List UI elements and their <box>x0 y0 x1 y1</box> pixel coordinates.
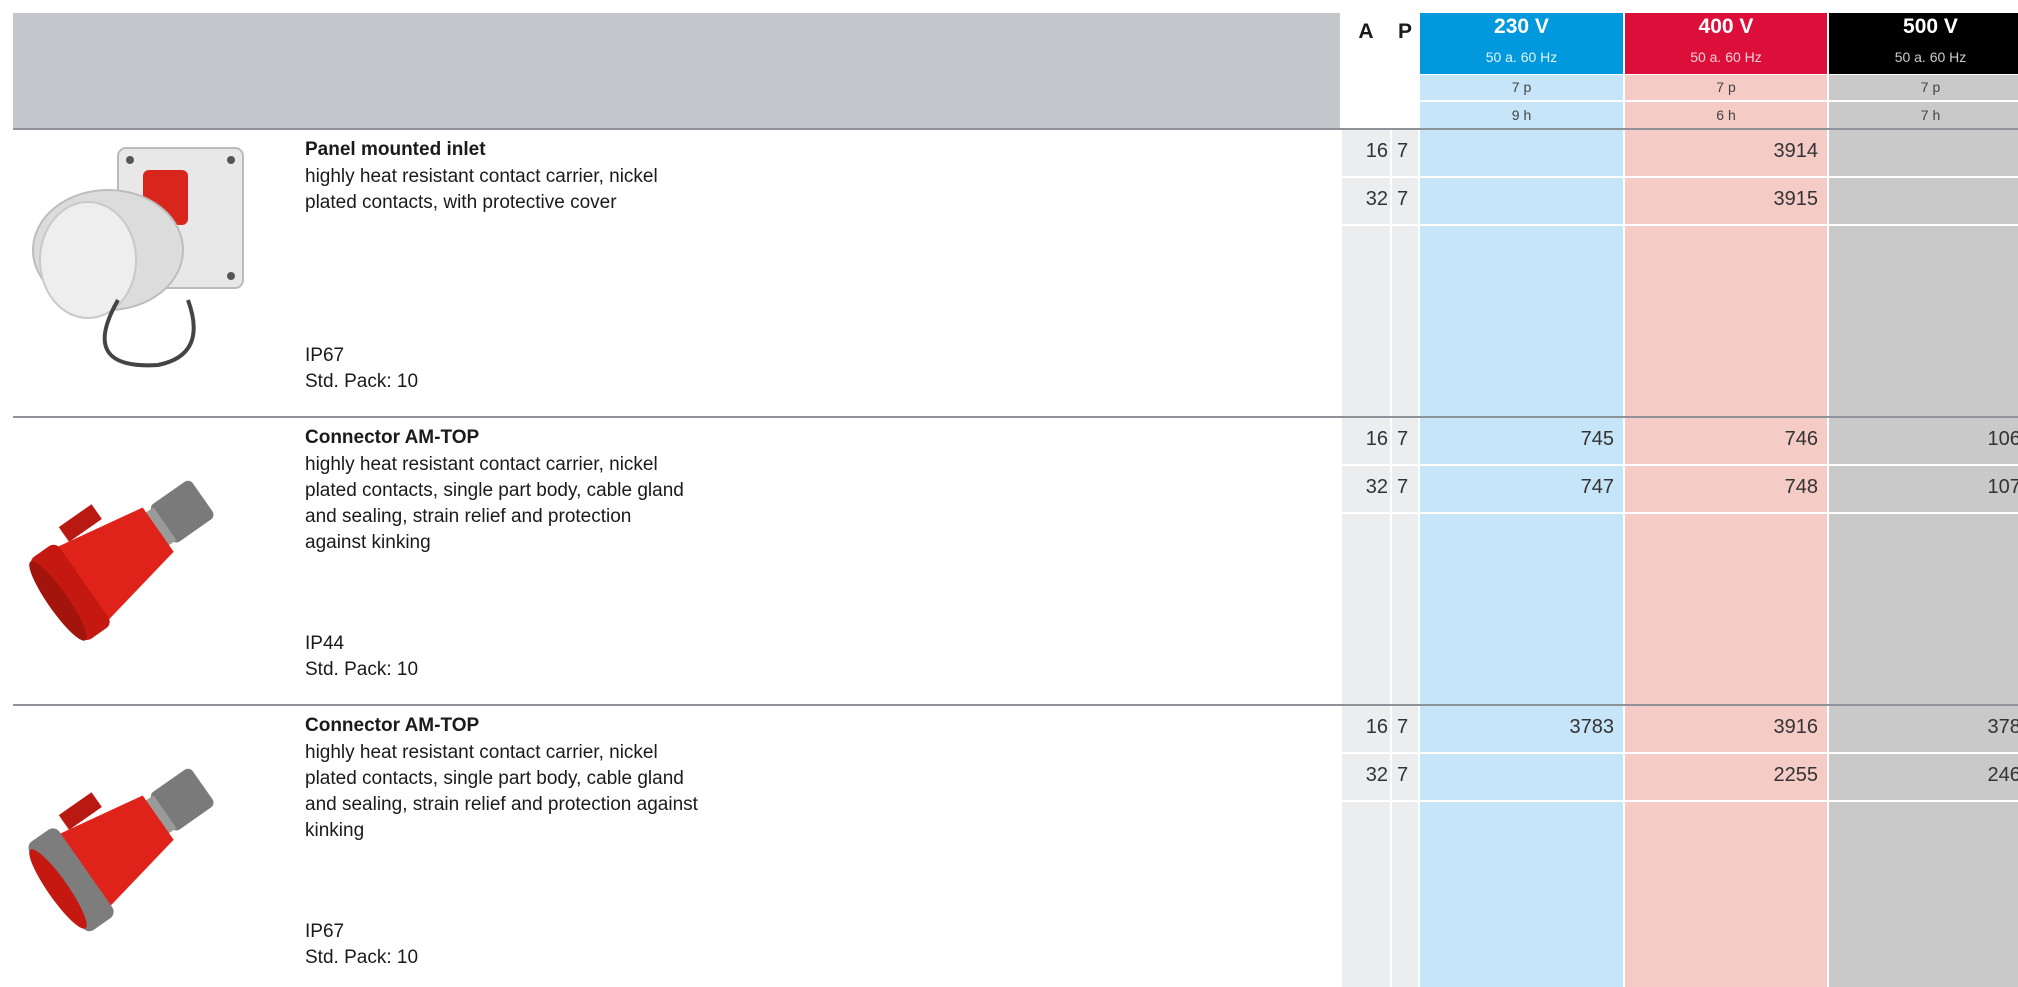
voltage-header-500: 500 V 50 a. 60 Hz <box>1829 13 2018 74</box>
voltage-label: 230 V <box>1494 15 1549 38</box>
article-230v: 747 <box>1580 476 1614 498</box>
article-500v: 3784 <box>1987 716 2018 738</box>
ip-rating: IP67 <box>305 921 345 942</box>
article-400v: 748 <box>1784 476 1818 498</box>
poles-value: 7 <box>1397 716 1409 738</box>
table-header-background <box>13 13 1340 128</box>
column-230v <box>1420 130 1623 987</box>
divider <box>1827 130 1829 987</box>
column-400v <box>1625 130 1827 987</box>
hour-label: 6 h <box>1625 102 1827 128</box>
std-pack: Std. Pack: 10 <box>305 659 419 680</box>
subrow-separator <box>1342 752 2018 754</box>
product-description: highly heat resistant contact carrier, n… <box>305 166 658 213</box>
poles-value: 7 <box>1397 476 1409 498</box>
amps-value: 16 <box>1365 140 1388 162</box>
poles-label: 7 p <box>1829 75 2018 100</box>
hour-label: 9 h <box>1420 102 1623 128</box>
subrow-separator <box>1342 224 2018 226</box>
subrow-separator <box>1342 512 2018 514</box>
poles-label: 7 p <box>1625 75 1827 100</box>
connector-image <box>18 428 248 663</box>
product-description: highly heat resistant contact carrier, n… <box>305 454 684 553</box>
article-500v: 1065 <box>1987 428 2018 450</box>
subrow-separator <box>1342 176 2018 178</box>
product-title: Connector AM-TOP <box>305 715 480 736</box>
row-separator <box>13 704 2018 706</box>
product-description: highly heat resistant contact carrier, n… <box>305 742 698 841</box>
amps-value: 32 <box>1365 764 1388 786</box>
amps-value: 32 <box>1365 188 1388 210</box>
poles-value: 7 <box>1397 764 1409 786</box>
voltage-label: 400 V <box>1698 15 1754 38</box>
product-title: Panel mounted inlet <box>305 139 486 160</box>
ip-rating: IP67 <box>305 345 345 366</box>
product-title: Connector AM-TOP <box>305 427 480 448</box>
divider <box>1623 130 1625 987</box>
poles-value: 7 <box>1397 428 1409 450</box>
poles-value: 7 <box>1397 140 1409 162</box>
column-header-poles: P <box>1397 20 1412 43</box>
std-pack: Std. Pack: 10 <box>305 947 419 968</box>
amps-value: 16 <box>1365 716 1388 738</box>
std-pack: Std. Pack: 10 <box>305 371 419 392</box>
poles-label: 7 p <box>1420 75 1623 100</box>
panel-inlet-image <box>18 140 248 375</box>
article-500v: 1070 <box>1987 476 2018 498</box>
article-400v: 3916 <box>1773 716 1819 738</box>
article-400v: 2255 <box>1773 764 1819 786</box>
subrow-separator <box>1342 464 2018 466</box>
article-400v: 3915 <box>1773 188 1819 210</box>
hour-text: 7 h <box>1920 107 1941 123</box>
frequency-label: 50 a. 60 Hz <box>1894 49 1967 65</box>
poles-value: 7 <box>1397 188 1409 210</box>
column-poles <box>1392 130 1418 987</box>
subrow-separator <box>1342 800 2018 802</box>
article-230v: 745 <box>1580 428 1614 450</box>
column-500v <box>1829 130 2018 987</box>
column-header-amps: A <box>1358 20 1374 43</box>
hour-label: 7 h <box>1829 102 2018 128</box>
connector-image <box>18 716 248 951</box>
voltage-header-400: 400 V 50 a. 60 Hz <box>1625 13 1827 74</box>
frequency-label: 50 a. 60 Hz <box>1690 49 1762 65</box>
row-separator <box>13 416 2018 418</box>
article-230v: 3783 <box>1569 716 1615 738</box>
poles-text: 7 p <box>1920 79 1941 95</box>
amps-value: 16 <box>1365 428 1388 450</box>
frequency-label: 50 a. 60 Hz <box>1485 49 1558 65</box>
amps-value: 32 <box>1365 476 1388 498</box>
ip-rating: IP44 <box>305 633 345 654</box>
article-400v: 3914 <box>1773 140 1819 162</box>
voltage-label: 500 V <box>1903 15 1958 38</box>
article-500v: 2460 <box>1987 764 2018 786</box>
voltage-header-230: 230 V 50 a. 60 Hz <box>1420 13 1623 74</box>
column-amps <box>1342 130 1390 987</box>
article-400v: 746 <box>1784 428 1818 450</box>
